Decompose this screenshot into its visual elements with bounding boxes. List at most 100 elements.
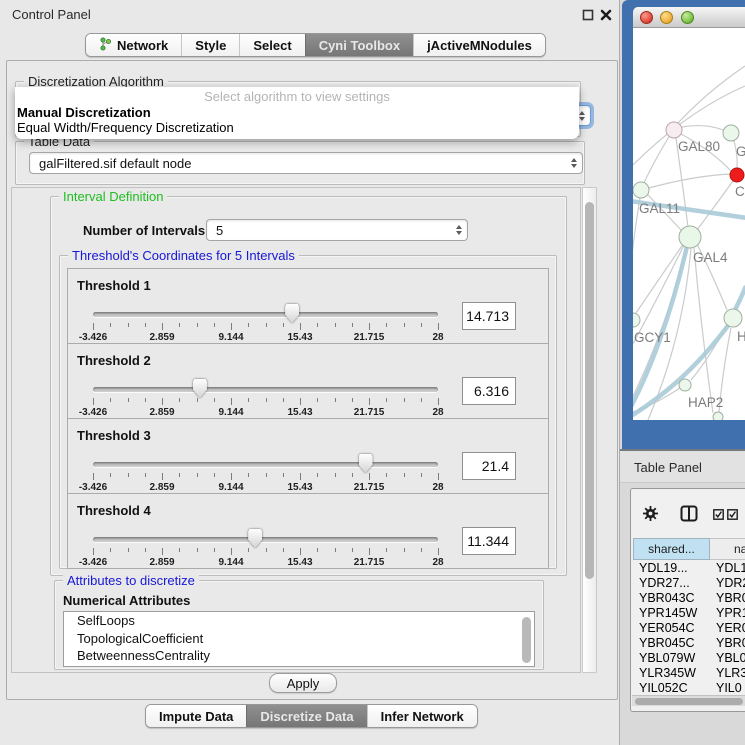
cell-shared-name[interactable]: YER054C	[639, 621, 695, 635]
column-header-name[interactable]: na	[710, 538, 745, 560]
cell-shared-name[interactable]: YBR045C	[639, 636, 695, 650]
slider-tick	[162, 398, 163, 405]
network-node-hap2[interactable]	[679, 379, 691, 391]
cell-name[interactable]: YPR1	[716, 606, 745, 620]
table-row[interactable]: YBL079W YBL0	[633, 651, 745, 666]
cell-name[interactable]: YDL1	[716, 561, 745, 575]
threshold-slider[interactable]: -3.4262.8599.14415.4321.71528	[93, 309, 438, 343]
attribute-list-item[interactable]: TopologicalCoefficient	[64, 630, 534, 648]
cell-name[interactable]: YER0	[716, 621, 745, 635]
tab-cyni-toolbox[interactable]: Cyni Toolbox	[305, 34, 413, 56]
table-data-combobox[interactable]: galFiltered.sif default node	[29, 152, 583, 174]
checkboxes-icon[interactable]	[713, 507, 739, 525]
slider-tick-label: -3.426	[79, 557, 107, 568]
list-scrollbar-thumb[interactable]	[522, 617, 531, 663]
table-row[interactable]: YPR145W YPR1	[633, 606, 745, 621]
table-row[interactable]: YIL052C YIL0	[633, 681, 745, 696]
threshold-slider[interactable]: -3.4262.8599.14415.4321.71528	[93, 534, 438, 568]
tab-impute-data[interactable]: Impute Data	[146, 705, 246, 727]
table-row[interactable]: YBR045C YBR0	[633, 636, 745, 651]
scrollbar-thumb[interactable]	[585, 202, 594, 579]
cell-shared-name[interactable]: YPR145W	[639, 606, 697, 620]
scrollbar-thumb[interactable]	[635, 698, 743, 705]
attribute-list-item[interactable]: SelfLoops	[64, 612, 534, 630]
zoom-traffic-light-icon[interactable]	[681, 11, 694, 24]
network-node-gcy1[interactable]	[633, 313, 640, 327]
network-edge[interactable]	[735, 286, 745, 310]
slider-handle[interactable]	[193, 379, 207, 398]
cell-name[interactable]: YLR3	[716, 666, 745, 680]
panel-vertical-scrollbar[interactable]	[582, 187, 597, 673]
tab-select[interactable]: Select	[239, 34, 304, 56]
cell-name[interactable]: YBR0	[716, 591, 745, 605]
network-node[interactable]	[713, 412, 723, 420]
cell-shared-name[interactable]: YBR043C	[639, 591, 695, 605]
network-canvas[interactable]: GAL80GACGAL11GAL4GCY1HHAP2	[633, 28, 745, 420]
threshold-slider[interactable]: -3.4262.8599.14415.4321.71528	[93, 459, 438, 493]
columns-icon[interactable]	[680, 505, 698, 527]
table-row[interactable]: YER054C YER0	[633, 621, 745, 636]
column-header-shared-name[interactable]: shared...	[633, 538, 710, 560]
slider-track[interactable]	[93, 387, 438, 392]
table-row[interactable]: YDR27... YDR2	[633, 576, 745, 591]
close-icon[interactable]	[599, 8, 613, 22]
network-edge[interactable]	[678, 66, 745, 123]
slider-handle[interactable]	[285, 304, 299, 323]
number-of-intervals-combobox[interactable]: 5	[206, 219, 468, 241]
minimize-traffic-light-icon[interactable]	[660, 11, 673, 24]
slider-track[interactable]	[93, 312, 438, 317]
cell-shared-name[interactable]: YBL079W	[639, 651, 695, 665]
network-node-gal80[interactable]	[666, 122, 682, 138]
network-window-titlebar[interactable]	[633, 7, 745, 28]
network-node-h[interactable]	[724, 309, 742, 327]
network-node-gal4[interactable]	[679, 226, 701, 248]
slider-tick	[248, 548, 249, 552]
table-horizontal-scrollbar[interactable]	[632, 695, 745, 706]
apply-button[interactable]: Apply	[269, 673, 337, 693]
threshold-value-field[interactable]	[462, 452, 516, 480]
cell-shared-name[interactable]: YDR27...	[639, 576, 690, 590]
network-edge[interactable]	[682, 126, 723, 130]
slider-handle[interactable]	[248, 529, 262, 548]
cell-name[interactable]: YBR0	[716, 636, 745, 650]
attribute-list-item[interactable]: BetweennessCentrality	[64, 647, 534, 665]
close-traffic-light-icon[interactable]	[640, 11, 653, 24]
threshold-slider[interactable]: -3.4262.8599.14415.4321.71528	[93, 384, 438, 418]
cell-name[interactable]: YDR2	[716, 576, 745, 590]
tab-jactivemnodules[interactable]: jActiveMNodules	[413, 34, 545, 56]
table-row[interactable]: YDL19... YDL1	[633, 561, 745, 576]
slider-handle[interactable]	[359, 454, 373, 473]
tab-network[interactable]: Network	[86, 34, 181, 56]
table-row[interactable]: YLR345W YLR3	[633, 666, 745, 681]
dropdown-option-manual-discretization[interactable]: Manual Discretization	[15, 105, 579, 120]
cell-shared-name[interactable]: YDL19...	[639, 561, 688, 575]
numerical-attributes-list[interactable]: SelfLoopsTopologicalCoefficientBetweenne…	[63, 611, 535, 667]
threshold-rows: Threshold 1-3.4262.8599.14415.4321.71528…	[60, 268, 556, 569]
tab-select-label: Select	[253, 38, 291, 53]
tab-style[interactable]: Style	[181, 34, 239, 56]
table-row[interactable]: YBR043C YBR0	[633, 591, 745, 606]
slider-ticks	[93, 323, 438, 331]
cell-name[interactable]: YIL0	[716, 681, 742, 695]
threshold-value-field[interactable]	[462, 377, 516, 405]
tab-infer-network[interactable]: Infer Network	[367, 705, 477, 727]
cell-shared-name[interactable]: YIL052C	[639, 681, 688, 695]
slider-track[interactable]	[93, 537, 438, 542]
gear-icon[interactable]	[642, 505, 659, 527]
interval-definition-group: Interval Definition Number of Intervals …	[50, 196, 567, 576]
dropdown-option-equal-width-frequency[interactable]: Equal Width/Frequency Discretization	[15, 120, 579, 135]
threshold-value-field[interactable]	[462, 302, 516, 330]
network-edge[interactable]	[636, 243, 684, 313]
slider-tick	[352, 473, 353, 477]
threshold-value-field[interactable]	[462, 527, 516, 555]
network-node-c[interactable]	[730, 168, 744, 182]
network-edge[interactable]	[697, 181, 733, 230]
cell-shared-name[interactable]: YLR345W	[639, 666, 696, 680]
network-node-ga[interactable]	[723, 125, 739, 141]
network-edge[interactable]	[649, 174, 730, 188]
tab-discretize-data[interactable]: Discretize Data	[246, 705, 366, 727]
float-icon[interactable]	[581, 8, 595, 22]
slider-track[interactable]	[93, 462, 438, 467]
network-node-gal11[interactable]	[633, 182, 649, 198]
cell-name[interactable]: YBL0	[716, 651, 745, 665]
